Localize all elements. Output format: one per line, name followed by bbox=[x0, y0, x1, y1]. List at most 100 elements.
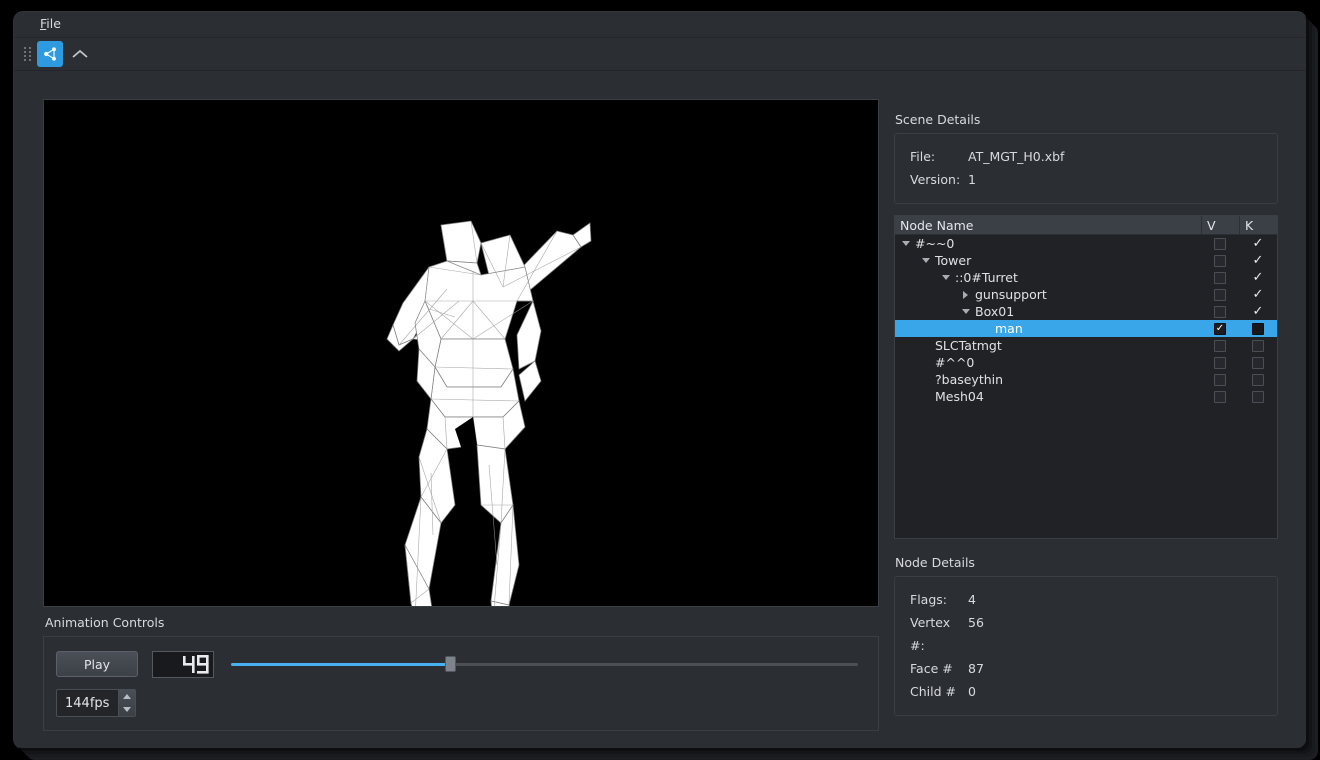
node-details-label: Node Details bbox=[895, 555, 975, 570]
checkmark-icon: ✓ bbox=[1252, 253, 1264, 268]
tree-row[interactable]: Tower ✓ bbox=[895, 252, 1277, 269]
tree-row-name-cell[interactable]: Box01 bbox=[895, 304, 1201, 319]
tree-row-key-cell[interactable] bbox=[1239, 390, 1277, 403]
node-details-panel: Flags: 4 Vertex #: 56 Face # 87 Child # … bbox=[894, 576, 1278, 716]
tree-row[interactable]: Mesh04 bbox=[895, 388, 1277, 405]
checkbox-unchecked-icon[interactable] bbox=[1252, 356, 1264, 369]
tree-row-visibility-cell[interactable] bbox=[1201, 288, 1239, 301]
checkbox-unchecked-icon[interactable] bbox=[1214, 254, 1226, 267]
tree-row-visibility-cell[interactable] bbox=[1201, 339, 1239, 352]
tree-row[interactable]: gunsupport ✓ bbox=[895, 286, 1277, 303]
fps-input[interactable]: 144fps bbox=[57, 696, 118, 711]
checkbox-unchecked-icon[interactable] bbox=[1252, 390, 1264, 403]
tree-row-name-cell[interactable]: #^^0 bbox=[895, 355, 1201, 370]
play-button[interactable]: Play bbox=[56, 651, 138, 677]
checkbox-unchecked-icon[interactable] bbox=[1214, 356, 1226, 369]
checkbox-unchecked-icon[interactable] bbox=[1214, 305, 1226, 318]
tree-row-name-cell[interactable]: #~~0 bbox=[895, 236, 1201, 251]
tree-row-visibility-cell[interactable] bbox=[1201, 271, 1239, 284]
tree-row-visibility-cell[interactable] bbox=[1201, 254, 1239, 267]
scene-detail-row: Version: 1 bbox=[895, 168, 1277, 191]
animation-row-transport: Play bbox=[56, 649, 866, 679]
tree-row-visibility-cell[interactable] bbox=[1201, 373, 1239, 386]
tree-row-key-cell[interactable]: ✓ bbox=[1239, 305, 1277, 318]
tree-row-key-cell[interactable] bbox=[1239, 339, 1277, 352]
tree-row-key-cell[interactable] bbox=[1239, 322, 1277, 335]
tree-row[interactable]: man ✓ bbox=[895, 320, 1277, 337]
node-tree-body[interactable]: #~~0 ✓ Tower ✓::0#Turret ✓ gunsupport ✓ Box01 ✓ m… bbox=[895, 235, 1277, 538]
tree-row-key-cell[interactable]: ✓ bbox=[1239, 254, 1277, 267]
fps-stepper-down-icon[interactable] bbox=[123, 707, 131, 712]
animation-controls-panel: Play 144fps bbox=[43, 636, 879, 731]
tree-row-label: #~~0 bbox=[915, 236, 955, 251]
tree-row[interactable]: SLCTatmgt bbox=[895, 337, 1277, 354]
tree-row[interactable]: #^^0 bbox=[895, 354, 1277, 371]
tree-row[interactable]: #~~0 ✓ bbox=[895, 235, 1277, 252]
checkmark-icon: ✓ bbox=[1252, 287, 1264, 302]
fps-stepper[interactable] bbox=[118, 690, 135, 716]
tree-row-key-cell[interactable]: ✓ bbox=[1239, 288, 1277, 301]
tree-expand-arrow-down-icon[interactable] bbox=[939, 271, 952, 284]
tree-expand-arrow-right-icon[interactable] bbox=[959, 288, 972, 301]
main-body: Animation Controls Play 144fps Scene Det… bbox=[14, 72, 1306, 748]
node-tree[interactable]: Node Name V K #~~0 ✓ Tower ✓::0#Turret ✓ guns… bbox=[894, 215, 1278, 539]
tree-row-label: ::0#Turret bbox=[955, 270, 1018, 285]
tree-row[interactable]: ::0#Turret ✓ bbox=[895, 269, 1277, 286]
column-header-k[interactable]: K bbox=[1239, 216, 1277, 235]
node-detail-row: Flags: 4 bbox=[895, 588, 1277, 611]
checkmark-icon: ✓ bbox=[1252, 270, 1264, 285]
tree-row-name-cell[interactable]: SLCTatmgt bbox=[895, 338, 1201, 353]
timeline-slider[interactable] bbox=[231, 651, 858, 677]
tree-expand-arrow-down-icon[interactable] bbox=[919, 254, 932, 267]
tree-row-visibility-cell[interactable] bbox=[1201, 305, 1239, 318]
tree-row-name-cell[interactable]: ?baseythin bbox=[895, 372, 1201, 387]
tree-row-name-cell[interactable]: Mesh04 bbox=[895, 389, 1201, 404]
checkbox-unchecked-icon[interactable] bbox=[1214, 288, 1226, 301]
animation-row-fps: 144fps bbox=[56, 689, 866, 717]
node-face-key: Face # bbox=[910, 661, 953, 676]
tree-expand-arrow-placeholder bbox=[919, 339, 932, 352]
tree-expand-arrow-down-icon[interactable] bbox=[959, 305, 972, 318]
tree-expand-arrow-down-icon[interactable] bbox=[899, 237, 912, 250]
node-vertex-key: Vertex #: bbox=[910, 615, 951, 653]
tree-row-visibility-cell[interactable] bbox=[1201, 390, 1239, 403]
tree-row-name-cell[interactable]: ::0#Turret bbox=[895, 270, 1201, 285]
tree-row-name-cell[interactable]: gunsupport bbox=[895, 287, 1201, 302]
tree-row-visibility-cell[interactable] bbox=[1201, 356, 1239, 369]
toolbar-grip[interactable] bbox=[22, 44, 32, 64]
tree-row-key-cell[interactable] bbox=[1239, 373, 1277, 386]
column-header-v[interactable]: V bbox=[1201, 216, 1239, 235]
column-header-node-name[interactable]: Node Name bbox=[895, 218, 1201, 233]
tree-row[interactable]: Box01 ✓ bbox=[895, 303, 1277, 320]
tree-row-visibility-cell[interactable]: ✓ bbox=[1201, 322, 1239, 335]
menu-bar: File bbox=[14, 12, 1306, 38]
tree-row-label: man bbox=[995, 321, 1023, 336]
tree-row-key-cell[interactable]: ✓ bbox=[1239, 271, 1277, 284]
fps-stepper-up-icon[interactable] bbox=[123, 694, 131, 699]
checkbox-unchecked-icon[interactable] bbox=[1214, 339, 1226, 352]
tree-row-key-cell[interactable]: ✓ bbox=[1239, 237, 1277, 250]
scene-graph-icon-button[interactable] bbox=[37, 41, 63, 67]
tree-row[interactable]: ?baseythin bbox=[895, 371, 1277, 388]
node-flags-key: Flags: bbox=[910, 592, 947, 607]
fps-field[interactable]: 144fps bbox=[56, 689, 136, 717]
checkbox-unchecked-icon[interactable] bbox=[1214, 390, 1226, 403]
menu-item-file[interactable]: File bbox=[32, 15, 69, 35]
tree-row-name-cell[interactable]: man bbox=[895, 321, 1201, 336]
tree-row-key-cell[interactable] bbox=[1239, 356, 1277, 369]
checkbox-checked-icon[interactable]: ✓ bbox=[1214, 322, 1226, 335]
checkbox-unchecked-icon[interactable] bbox=[1252, 373, 1264, 386]
tree-row-visibility-cell[interactable] bbox=[1201, 237, 1239, 250]
scene-file-value: AT_MGT_H0.xbf bbox=[968, 149, 1065, 164]
3d-viewport[interactable] bbox=[43, 99, 879, 607]
checkbox-unchecked-icon[interactable] bbox=[1252, 339, 1264, 352]
tree-expand-arrow-placeholder bbox=[979, 322, 992, 335]
chevron-up-icon-button[interactable] bbox=[67, 41, 93, 67]
checkbox-unchecked-icon[interactable] bbox=[1214, 237, 1226, 250]
tree-row-name-cell[interactable]: Tower bbox=[895, 253, 1201, 268]
checkbox-unchecked-icon[interactable] bbox=[1214, 373, 1226, 386]
checkbox-unchecked-icon[interactable] bbox=[1214, 271, 1226, 284]
node-child-key: Child # bbox=[910, 684, 956, 699]
checkbox-unchecked-icon[interactable] bbox=[1252, 322, 1264, 335]
timeline-slider-handle[interactable] bbox=[445, 656, 457, 672]
